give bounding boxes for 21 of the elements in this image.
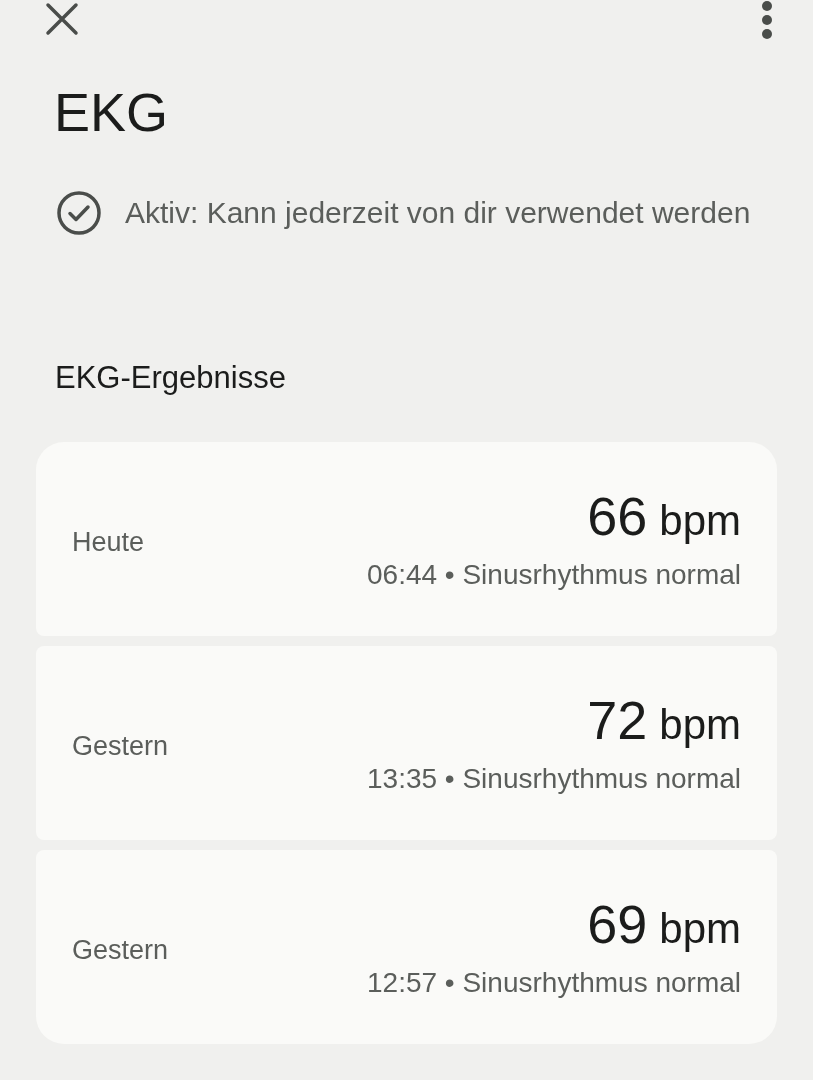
- day-label: Gestern: [72, 729, 169, 763]
- result-detail: 12:57 • Sinusrhythmus normal: [367, 965, 741, 1000]
- heart-rate-unit: bpm: [659, 495, 741, 546]
- section-title: EKG-Ergebnisse: [55, 359, 287, 397]
- result-card[interactable]: Gestern 72 bpm 13:35 • Sinusrhythmus normal: [36, 646, 777, 840]
- result-detail: 06:44 • Sinusrhythmus normal: [367, 557, 741, 592]
- heart-rate-value: 72: [587, 688, 648, 752]
- heart-rate-unit: bpm: [659, 903, 741, 954]
- check-circle-icon: [55, 189, 103, 237]
- result-detail: 13:35 • Sinusrhythmus normal: [367, 761, 741, 796]
- result-card[interactable]: Gestern 69 bpm 12:57 • Sinusrhythmus normal: [36, 850, 777, 1044]
- result-card[interactable]: Heute 66 bpm 06:44 • Sinusrhythmus normal: [36, 442, 777, 636]
- heart-rate-unit: bpm: [659, 699, 741, 750]
- close-icon[interactable]: [44, 1, 80, 37]
- day-label: Heute: [72, 525, 145, 559]
- heart-rate-value: 66: [587, 484, 648, 548]
- status-text: Aktiv: Kann jederzeit von dir verwendet werden: [125, 195, 752, 231]
- heart-rate-value: 69: [587, 892, 648, 956]
- more-options-icon[interactable]: [761, 0, 773, 40]
- day-label: Gestern: [72, 933, 169, 967]
- page-title: EKG: [54, 81, 170, 144]
